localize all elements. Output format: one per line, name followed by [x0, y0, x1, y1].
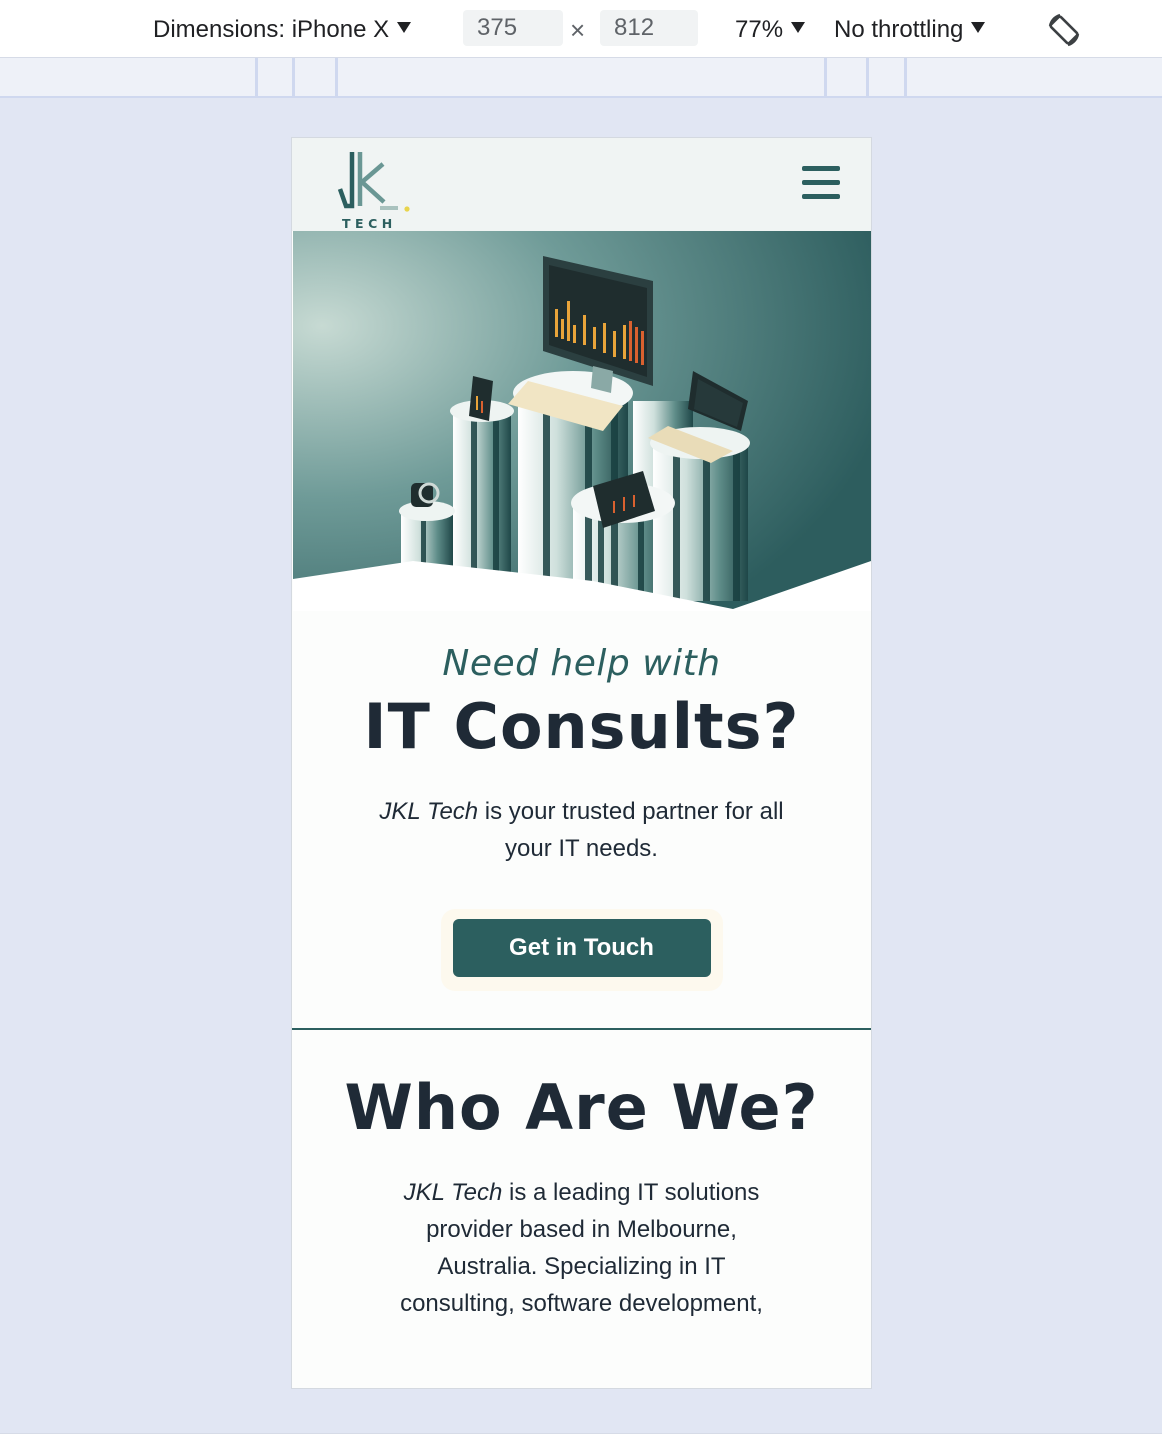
cta-focus-ring: Get in Touch: [440, 909, 723, 991]
dropdown-caret-icon: [791, 22, 806, 33]
device-toolbar: Dimensions: iPhone X 375 × 812 77% No th…: [0, 0, 1162, 58]
height-input[interactable]: 812: [600, 10, 698, 46]
dropdown-caret-icon: [397, 22, 412, 33]
dimensions-label: Dimensions: iPhone X: [153, 16, 390, 43]
hamburger-line: [802, 166, 840, 171]
hamburger-line: [802, 180, 840, 185]
hero-illustration: [293, 231, 871, 611]
media-query-marker[interactable]: [824, 58, 827, 96]
device-viewport: TECH Need help with IT Consults? JKL Tec…: [291, 137, 872, 1389]
media-query-marker[interactable]: [255, 58, 258, 96]
media-query-bar[interactable]: [0, 58, 1162, 98]
hero-kicker: Need help with: [442, 643, 721, 684]
hero-lead: JKL Tech is your trusted partner for all…: [362, 793, 802, 867]
throttling-dropdown[interactable]: No throttling: [834, 14, 986, 46]
dimensions-dropdown[interactable]: Dimensions: iPhone X: [153, 14, 412, 46]
about-text: JKL Tech is a leading IT solutions provi…: [382, 1174, 782, 1322]
hero-lead-text: is your trusted partner for all your IT …: [478, 798, 784, 862]
about-section: Who Are We? JKL Tech is a leading IT sol…: [292, 1030, 871, 1322]
media-query-marker[interactable]: [335, 58, 338, 96]
rotate-button[interactable]: [1044, 10, 1084, 50]
media-query-marker[interactable]: [292, 58, 295, 96]
rotate-icon: [1048, 13, 1080, 47]
brand-name: JKL Tech: [403, 1179, 503, 1206]
get-in-touch-button[interactable]: Get in Touch: [452, 919, 711, 977]
dropdown-caret-icon: [971, 22, 986, 33]
logo-dot: [404, 206, 410, 212]
media-query-marker[interactable]: [904, 58, 907, 96]
width-input[interactable]: 375: [463, 10, 563, 46]
logo-sub-text: TECH: [342, 216, 397, 230]
hamburger-menu-button[interactable]: [802, 166, 842, 200]
zoom-dropdown[interactable]: 77%: [735, 14, 806, 46]
zoom-label: 77%: [735, 16, 784, 43]
brand-name: JKL Tech: [379, 798, 479, 825]
media-query-marker[interactable]: [866, 58, 869, 96]
site-header: TECH: [292, 138, 871, 231]
devtools-drawer-edge: [0, 1433, 1162, 1452]
jkl-tech-logo[interactable]: TECH: [326, 144, 418, 231]
throttling-label: No throttling: [834, 16, 964, 43]
phone-icon: [469, 376, 493, 421]
hamburger-line: [802, 194, 840, 199]
hero-section: Need help with IT Consults? JKL Tech is …: [292, 611, 871, 991]
times-separator: ×: [570, 15, 586, 45]
about-heading: Who Are We?: [344, 1071, 819, 1144]
hero-headline: IT Consults?: [363, 690, 800, 763]
